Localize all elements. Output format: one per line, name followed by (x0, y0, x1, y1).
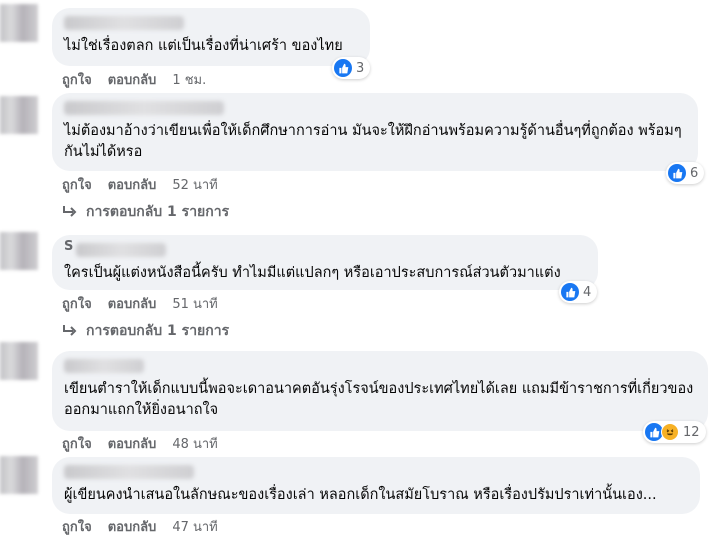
reaction-count: 4 (583, 284, 592, 300)
reaction-count: 3 (356, 60, 365, 76)
avatar[interactable] (0, 232, 38, 270)
reaction-count: 6 (690, 165, 699, 181)
reply-button[interactable]: ตอบกลับ (108, 174, 157, 195)
view-replies-link[interactable]: การตอบกลับ 1 รายการ (62, 201, 229, 223)
commenter-name[interactable] (76, 243, 166, 257)
view-replies-link[interactable]: การตอบกลับ 1 รายการ (62, 320, 229, 342)
timestamp[interactable]: 47 นาที (172, 516, 217, 537)
reaction-summary[interactable]: 6 (666, 162, 705, 184)
commenter-name[interactable] (64, 16, 184, 30)
timestamp[interactable]: 48 นาที (172, 433, 217, 454)
comment-text: ใครเป็นผู้แต่งหนังสือนี้ครับ ทำไมมีแต่แป… (64, 265, 561, 281)
timestamp[interactable]: 1 ชม. (172, 69, 206, 90)
comment-actions: ถูกใจ ตอบกลับ 48 นาที (62, 433, 218, 454)
like-icon (334, 59, 352, 77)
comment-bubble: ไม่ใช่เรื่องตลก แต่เป็นเรื่องที่น่าเศร้า… (52, 8, 370, 66)
like-icon (561, 283, 579, 301)
timestamp[interactable]: 51 นาที (172, 293, 217, 314)
commenter-name[interactable] (64, 465, 194, 479)
comment-text: ไม่ต้องมาอ้างว่าเขียนเพื่อให้เด็กศึกษากา… (64, 123, 682, 160)
replies-label: การตอบกลับ 1 รายการ (86, 204, 230, 220)
reply-button[interactable]: ตอบกลับ (108, 293, 157, 314)
haha-icon (661, 423, 679, 441)
timestamp[interactable]: 52 นาที (172, 174, 217, 195)
like-button[interactable]: ถูกใจ (62, 293, 92, 314)
reply-button[interactable]: ตอบกลับ (108, 69, 157, 90)
avatar[interactable] (0, 4, 38, 42)
replies-label: การตอบกลับ 1 รายการ (86, 323, 230, 339)
commenter-name-initial: S (64, 239, 74, 254)
avatar[interactable] (0, 456, 38, 494)
like-button[interactable]: ถูกใจ (62, 433, 92, 454)
comment-actions: ถูกใจ ตอบกลับ 52 นาที (62, 174, 218, 195)
reply-arrow-icon (63, 325, 77, 336)
like-button[interactable]: ถูกใจ (62, 174, 92, 195)
comment-bubble: S ใครเป็นผู้แต่งหนังสือนี้ครับ ทำไมมีแต่… (52, 235, 598, 290)
comment-text: ผู้เขียนคงนำเสนอในลักษณะของเรื่องเล่า หล… (64, 487, 657, 503)
comment-actions: ถูกใจ ตอบกลับ 47 นาที (62, 516, 218, 537)
comment-actions: ถูกใจ ตอบกลับ 51 นาที (62, 293, 218, 314)
reaction-summary[interactable]: 3 (332, 57, 371, 79)
like-button[interactable]: ถูกใจ (62, 69, 92, 90)
commenter-name[interactable] (64, 359, 144, 373)
comment-actions: ถูกใจ ตอบกลับ 1 ชม. (62, 69, 206, 90)
reply-arrow-icon (63, 206, 77, 217)
reply-button[interactable]: ตอบกลับ (108, 433, 157, 454)
commenter-name[interactable] (64, 101, 224, 115)
avatar[interactable] (0, 342, 38, 380)
avatar[interactable] (0, 96, 38, 134)
reaction-count: 12 (683, 424, 700, 440)
like-button[interactable]: ถูกใจ (62, 516, 92, 537)
comment-bubble: ผู้เขียนคงนำเสนอในลักษณะของเรื่องเล่า หล… (52, 457, 700, 514)
comment-text: เขียนตำราให้เด็กแบบนี้พอจะเดาอนาคตอันรุ่… (64, 381, 694, 418)
comment-text: ไม่ใช่เรื่องตลก แต่เป็นเรื่องที่น่าเศร้า… (64, 38, 343, 54)
comment-bubble: เขียนตำราให้เด็กแบบนี้พอจะเดาอนาคตอันรุ่… (52, 351, 708, 431)
like-icon (668, 164, 686, 182)
reply-button[interactable]: ตอบกลับ (108, 516, 157, 537)
comment-bubble: ไม่ต้องมาอ้างว่าเขียนเพื่อให้เด็กศึกษากา… (52, 93, 698, 171)
reaction-summary[interactable]: 4 (559, 281, 598, 303)
reaction-summary[interactable]: 12 (643, 421, 706, 443)
